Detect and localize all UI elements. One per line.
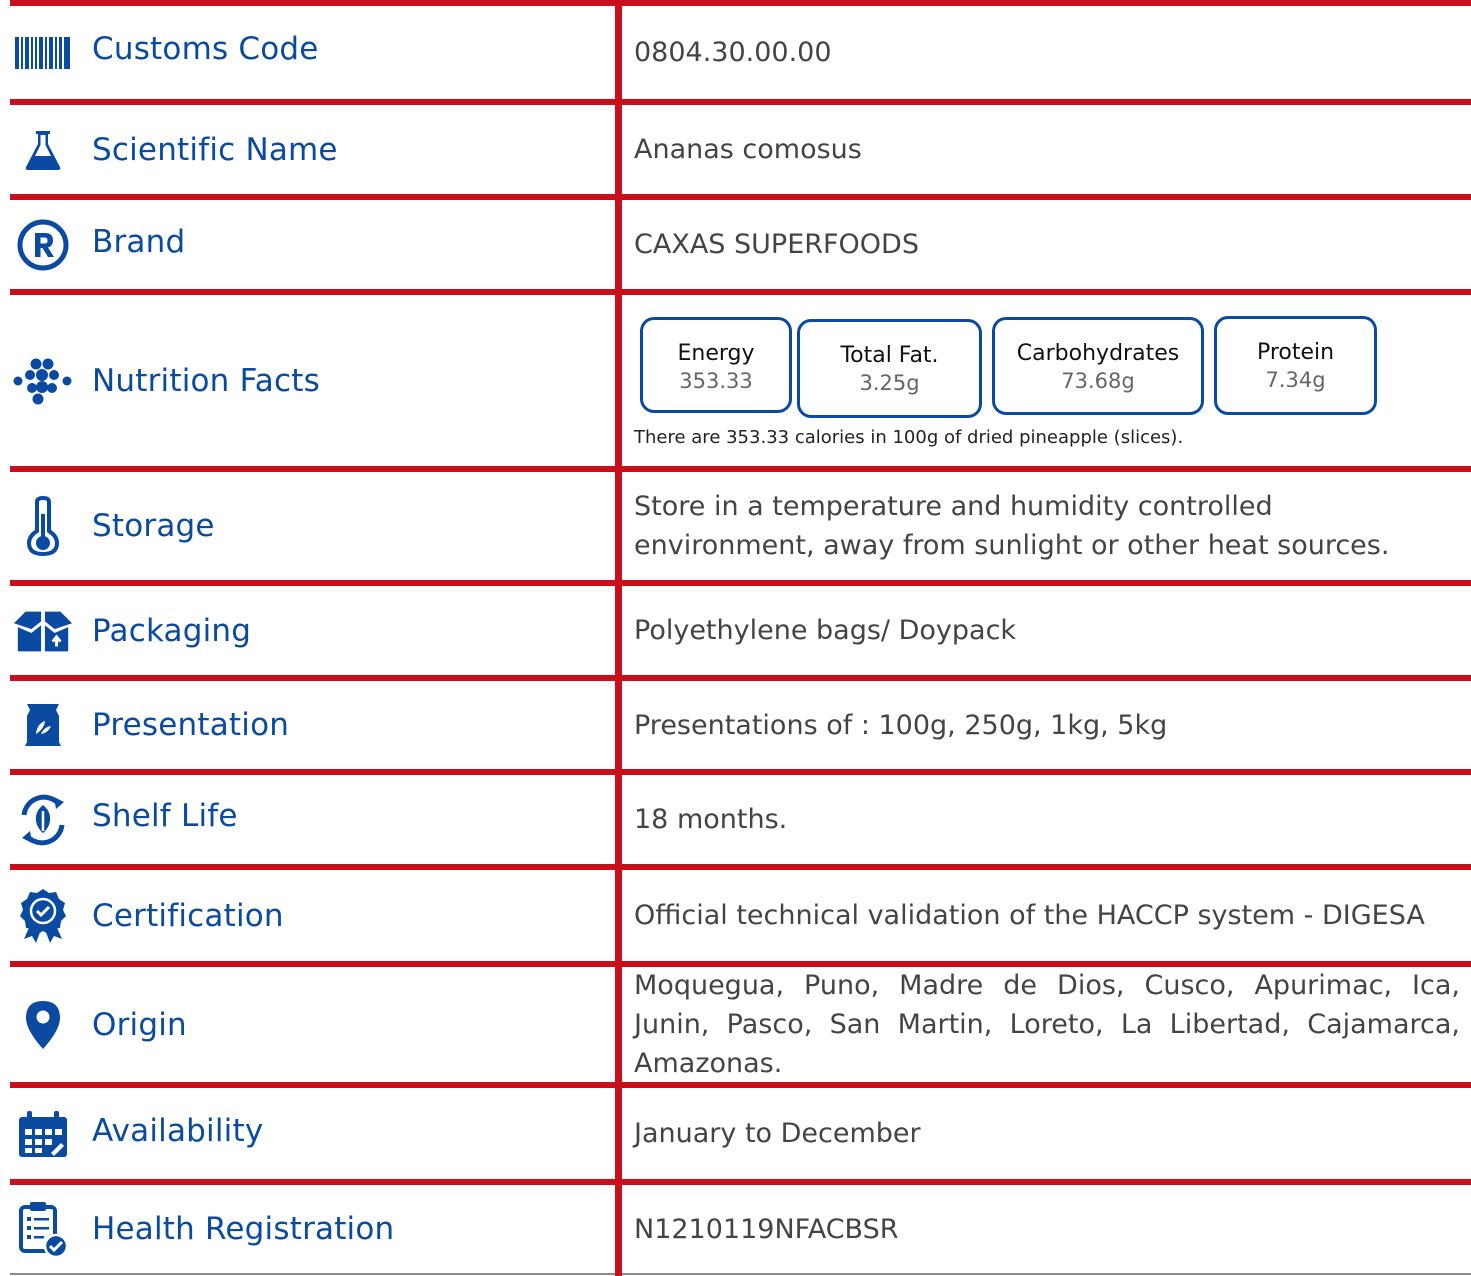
barcode-icon (12, 36, 74, 69)
total-fat-value: 3.25g (859, 371, 920, 395)
storage-cell: Store in a temperature and humidity cont… (634, 472, 1460, 580)
packaging-cell: Polyethylene bags/ Doypack (634, 586, 1460, 675)
energy-value: 353.33 (679, 369, 753, 393)
row-availability: Availability (10, 1088, 610, 1179)
calendar-icon (12, 1109, 74, 1159)
open-box-icon (12, 609, 74, 653)
shelf-life-cell: 18 months. (634, 775, 1460, 864)
energy-box: Energy 353.33 (640, 317, 792, 413)
shelf-life-value: 18 months. (634, 804, 788, 835)
presentation-cell: Presentations of : 100g, 250g, 1kg, 5kg (634, 681, 1460, 769)
protein-box: Protein 7.34g (1214, 316, 1377, 415)
certification-cell: Official technical validation of the HAC… (634, 870, 1460, 961)
health-registration-label: Health Registration (92, 1211, 395, 1247)
customs-code-cell: 0804.30.00.00 (634, 6, 1460, 99)
row-nutrition-facts: Nutrition Facts (10, 295, 610, 466)
table-bottom-border (10, 1273, 1471, 1275)
bag-icon (12, 702, 74, 748)
leaf-cycle-icon (12, 793, 74, 847)
column-divider (615, 0, 622, 1276)
origin-value: Moquegua, Puno, Madre de Dios, Cusco, Ap… (634, 970, 1460, 1079)
brand-value: CAXAS SUPERFOODS (634, 229, 919, 260)
protein-value: 7.34g (1265, 368, 1326, 392)
calorie-note: There are 353.33 calories in 100g of dri… (634, 427, 1184, 448)
row-scientific-name: Scientific Name (10, 105, 610, 194)
row-customs-code: Customs Code (10, 6, 610, 99)
scientific-name-label: Scientific Name (92, 131, 338, 168)
packaging-label: Packaging (92, 612, 252, 649)
row-health-registration: Health Registration (10, 1185, 610, 1273)
brand-label: Brand (92, 223, 186, 260)
carbohydrates-value: 73.68g (1061, 369, 1135, 393)
certification-badge-icon (12, 887, 74, 945)
total-fat-box: Total Fat. 3.25g (797, 319, 982, 418)
row-origin: Origin (10, 967, 610, 1082)
thermometer-icon (12, 496, 74, 556)
availability-label: Availability (92, 1112, 264, 1149)
customs-code-label: Customs Code (92, 30, 319, 67)
scientific-name-value: Ananas comosus (634, 134, 862, 165)
location-pin-icon (12, 999, 74, 1051)
protein-title: Protein (1256, 340, 1335, 365)
row-presentation: Presentation (10, 681, 610, 769)
presentation-value: Presentations of : 100g, 250g, 1kg, 5kg (634, 709, 1168, 741)
flask-icon (12, 129, 74, 171)
registered-mark-icon (12, 219, 74, 271)
clipboard-check-icon (12, 1200, 74, 1258)
carbohydrates-box: Carbohydrates 73.68g (992, 317, 1204, 415)
row-shelf-life: Shelf Life (10, 775, 610, 864)
presentation-label: Presentation (92, 707, 290, 743)
nutrition-facts-label: Nutrition Facts (92, 362, 320, 399)
certification-label: Certification (92, 897, 284, 934)
molecule-icon (12, 354, 74, 408)
customs-code-value: 0804.30.00.00 (634, 37, 832, 68)
packaging-value: Polyethylene bags/ Doypack (634, 615, 1017, 646)
shelf-life-label: Shelf Life (92, 797, 238, 834)
availability-value: January to December (634, 1118, 921, 1149)
storage-label: Storage (92, 508, 215, 544)
origin-cell: Moquegua, Puno, Madre de Dios, Cusco, Ap… (634, 967, 1460, 1082)
availability-cell: January to December (634, 1088, 1460, 1179)
origin-label: Origin (92, 1006, 187, 1043)
row-packaging: Packaging (10, 586, 610, 675)
total-fat-title: Total Fat. (840, 343, 939, 368)
scientific-name-cell: Ananas comosus (634, 105, 1460, 194)
certification-value: Official technical validation of the HAC… (634, 900, 1425, 931)
brand-cell: CAXAS SUPERFOODS (634, 200, 1460, 289)
storage-value: Store in a temperature and humidity cont… (634, 491, 1390, 561)
energy-title: Energy (677, 341, 755, 366)
row-brand: Brand (10, 200, 610, 289)
health-registration-value: N1210119NFACBSR (634, 1213, 899, 1245)
carbohydrates-title: Carbohydrates (1016, 341, 1180, 366)
health-registration-cell: N1210119NFACBSR (634, 1185, 1460, 1273)
row-certification: Certification (10, 870, 610, 961)
row-storage: Storage (10, 472, 610, 580)
